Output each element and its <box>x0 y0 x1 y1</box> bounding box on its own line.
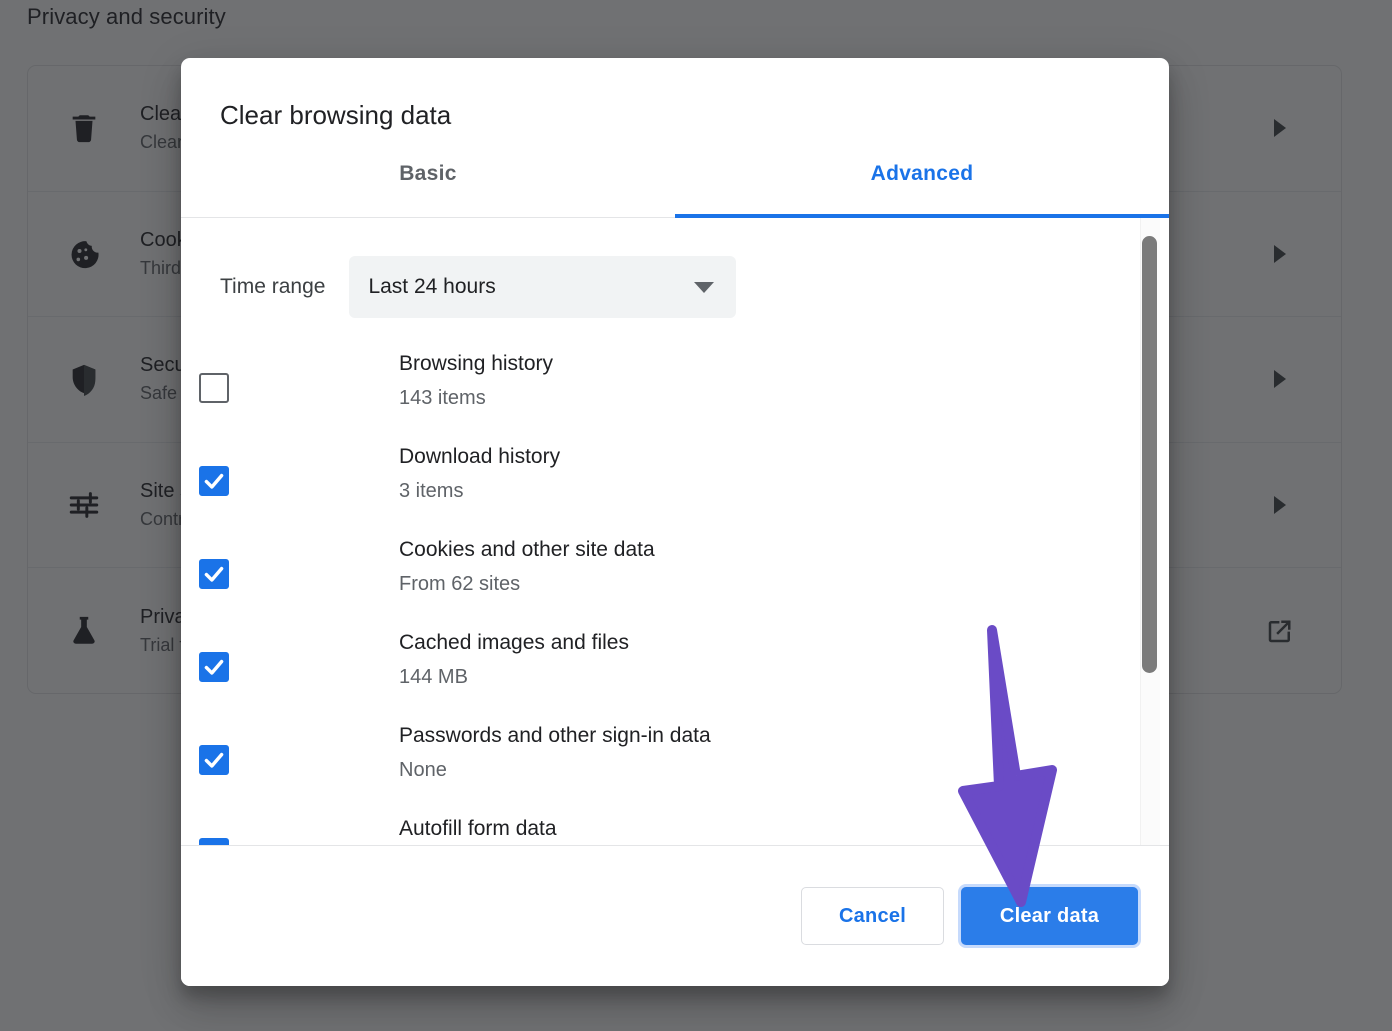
option-autofill-form-data[interactable]: Autofill form data <box>399 815 1169 845</box>
time-range-label: Time range <box>220 275 325 299</box>
option-label: Cookies and other site data <box>399 536 1169 564</box>
option-cached-images-and-files[interactable]: Cached images and files 144 MB <box>399 629 1169 722</box>
option-label: Browsing history <box>399 350 1169 378</box>
dialog-tabs: Basic Advanced <box>181 159 1169 218</box>
option-label: Cached images and files <box>399 629 1169 657</box>
chevron-down-icon <box>694 282 714 293</box>
option-label: Passwords and other sign-in data <box>399 722 1169 750</box>
checkbox-browsing-history[interactable] <box>199 373 229 403</box>
option-detail: From 62 sites <box>399 565 1169 603</box>
dialog-title: Clear browsing data <box>181 58 1169 131</box>
tab-advanced[interactable]: Advanced <box>675 159 1169 217</box>
scrollbar-thumb[interactable] <box>1142 236 1157 673</box>
option-browsing-history[interactable]: Browsing history 143 items <box>399 350 1169 443</box>
checkbox-cached-images-and-files[interactable] <box>199 652 229 682</box>
option-passwords-and-signin-data[interactable]: Passwords and other sign-in data None <box>399 722 1169 815</box>
option-download-history[interactable]: Download history 3 items <box>399 443 1169 536</box>
dialog-scroll-content: Time range Last 24 hours Browsing histor… <box>181 218 1169 845</box>
tab-basic[interactable]: Basic <box>181 159 675 217</box>
clear-browsing-data-dialog: Clear browsing data Basic Advanced Time … <box>181 58 1169 986</box>
checkbox-cookies-and-site-data[interactable] <box>199 559 229 589</box>
option-detail: 144 MB <box>399 658 1169 696</box>
clear-data-button[interactable]: Clear data <box>961 887 1138 945</box>
time-range-control: Time range Last 24 hours <box>181 256 1169 318</box>
option-detail: 143 items <box>399 379 1169 417</box>
data-type-options-list: Browsing history 143 items Download hist… <box>181 350 1169 845</box>
option-label: Autofill form data <box>399 815 1169 843</box>
option-detail: 3 items <box>399 472 1169 510</box>
time-range-select[interactable]: Last 24 hours <box>349 256 736 318</box>
checkbox-download-history[interactable] <box>199 466 229 496</box>
time-range-value: Last 24 hours <box>368 275 694 299</box>
dialog-body: Time range Last 24 hours Browsing histor… <box>181 218 1169 845</box>
checkbox-passwords-and-signin-data[interactable] <box>199 745 229 775</box>
screen-root: Privacy and security Clear browsing data… <box>0 0 1392 1031</box>
dialog-footer: Cancel Clear data <box>181 845 1169 986</box>
option-label: Download history <box>399 443 1169 471</box>
checkbox-autofill-form-data[interactable] <box>199 838 229 845</box>
option-detail: None <box>399 751 1169 789</box>
option-cookies-and-site-data[interactable]: Cookies and other site data From 62 site… <box>399 536 1169 629</box>
cancel-button[interactable]: Cancel <box>801 887 944 945</box>
